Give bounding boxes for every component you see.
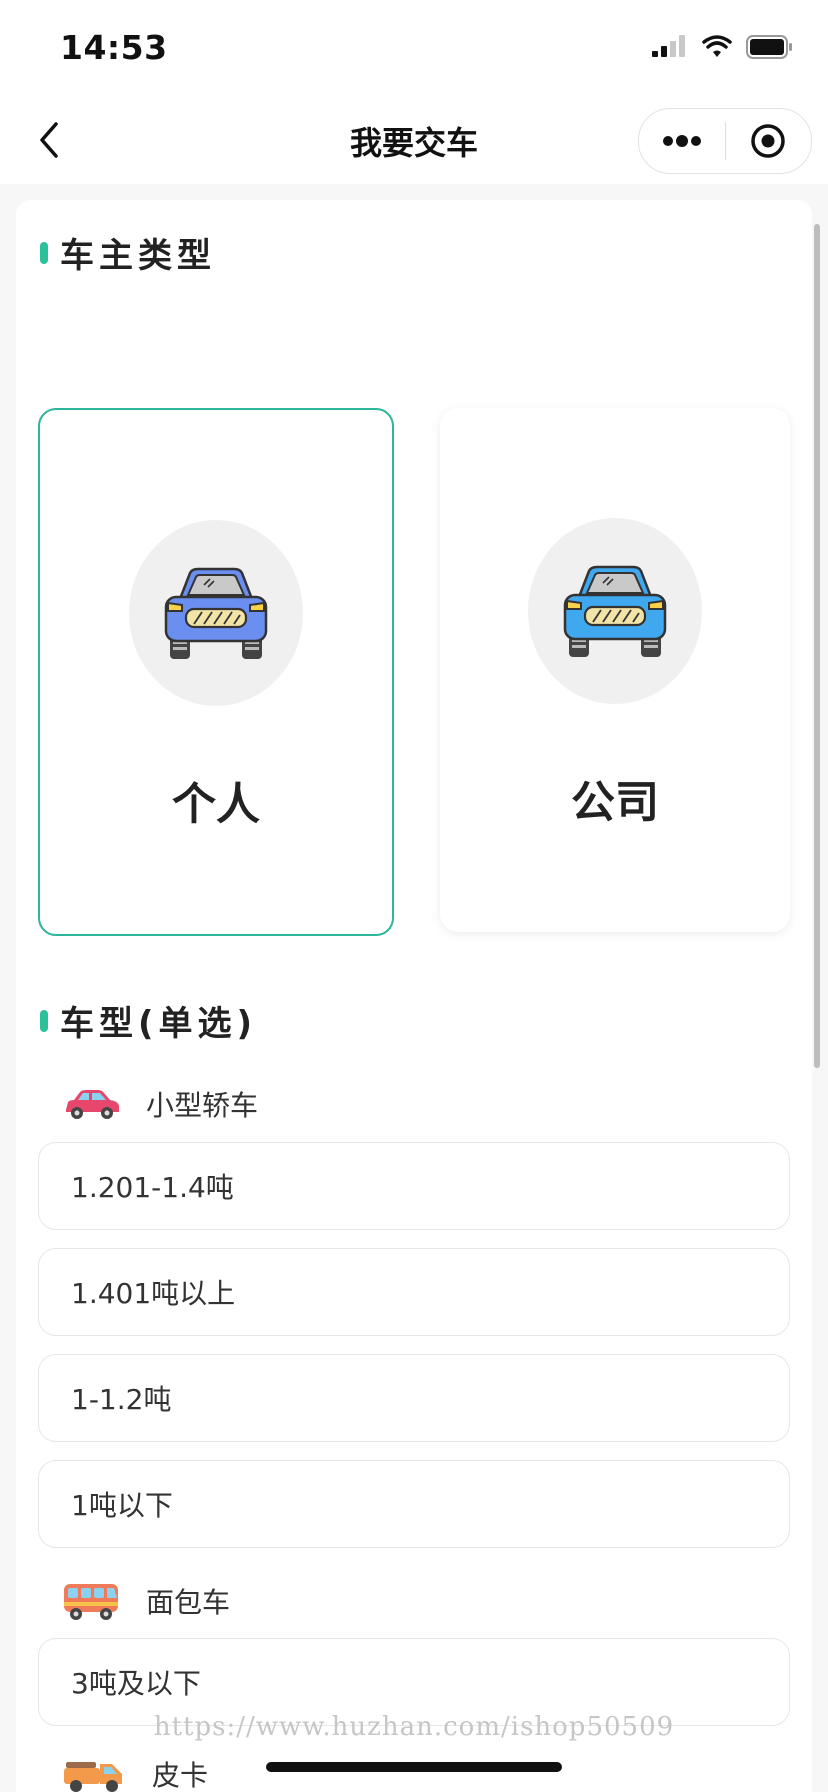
- page: 14:53 我要交车 车主类型 个人 公司 车型(单选) 小型轿车 1.201-…: [0, 0, 828, 1792]
- vehicle-type-title: 车型(单选): [60, 1004, 258, 1044]
- vehicle-group-pickup: 皮卡: [62, 1754, 208, 1792]
- cellular-signal-icon: [652, 35, 688, 63]
- close-mini-program-button[interactable]: [726, 109, 812, 173]
- vehicle-type-header: 车型(单选): [40, 996, 257, 1045]
- status-time: 14:53: [60, 28, 168, 67]
- nav-bar: 我要交车: [0, 96, 828, 184]
- vehicle-group-label: 小型轿车: [146, 1089, 259, 1122]
- status-bar: 14:53: [0, 0, 828, 96]
- section-accent-bar: [40, 241, 48, 264]
- vehicle-option[interactable]: 1.201-1.4吨: [38, 1142, 790, 1230]
- vehicle-group-label: 皮卡: [152, 1759, 209, 1792]
- car-front-icon: [563, 565, 667, 657]
- battery-icon: [746, 34, 794, 64]
- car-front-icon-wrap: [129, 520, 303, 706]
- section-accent-bar: [40, 1009, 48, 1032]
- owner-option-label: 公司: [571, 777, 659, 828]
- owner-option-individual[interactable]: 个人: [38, 408, 394, 936]
- more-dots-icon: [662, 135, 701, 147]
- vehicle-option[interactable]: 1吨以下: [38, 1460, 790, 1548]
- owner-type-title: 车主类型: [60, 236, 216, 276]
- status-icons: [652, 34, 794, 64]
- more-button[interactable]: [639, 109, 725, 173]
- form-card: 车主类型 个人 公司 车型(单选) 小型轿车 1.201-1.4吨 1.401吨…: [16, 200, 812, 1792]
- wifi-icon: [702, 35, 732, 63]
- car-front-icon-wrap: [528, 518, 702, 704]
- vehicle-group-van: 面包车: [62, 1580, 230, 1622]
- sedan-icon: [66, 1090, 119, 1119]
- owner-type-header: 车主类型: [40, 228, 216, 277]
- vehicle-group-sedan: 小型轿车: [62, 1084, 258, 1124]
- scrollbar[interactable]: [814, 224, 820, 1068]
- owner-option-label: 个人: [172, 779, 260, 830]
- vehicle-group-label: 面包车: [146, 1586, 231, 1619]
- vehicle-option[interactable]: 1.401吨以上: [38, 1248, 790, 1336]
- watermark: https://www.huzhan.com/ishop50509: [153, 1712, 675, 1742]
- pickup-icon: [64, 1762, 122, 1792]
- owner-option-company[interactable]: 公司: [440, 408, 790, 932]
- mini-program-capsule: [638, 108, 812, 174]
- home-indicator[interactable]: [266, 1762, 562, 1772]
- car-front-icon: [164, 567, 268, 659]
- vehicle-option[interactable]: 1-1.2吨: [38, 1354, 790, 1442]
- van-icon: [64, 1584, 118, 1620]
- target-icon: [751, 124, 785, 158]
